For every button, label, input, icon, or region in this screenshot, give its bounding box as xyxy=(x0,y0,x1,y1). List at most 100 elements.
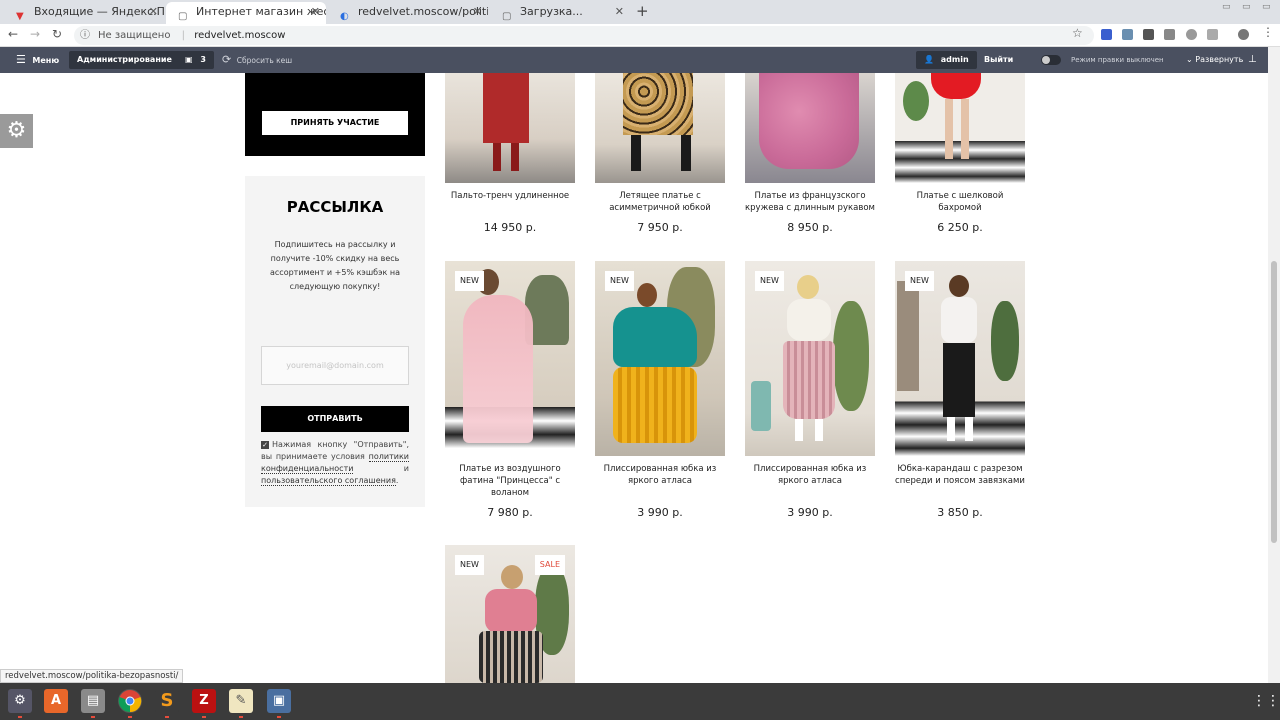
product-name[interactable]: Платье из французского кружева с длинным… xyxy=(745,190,875,214)
chrome-icon[interactable] xyxy=(118,689,142,713)
close-icon[interactable]: ✕ xyxy=(149,2,158,22)
product-card[interactable]: Платье с шелковой бахромой 6 250 р. xyxy=(895,73,1025,243)
running-indicator xyxy=(18,716,22,718)
email-field[interactable] xyxy=(261,346,409,385)
edit-mode-status: Режим правки выключен xyxy=(1071,47,1164,73)
product-name[interactable]: Плиссированная юбка из яркого атласа xyxy=(745,463,875,487)
reset-cache-button[interactable]: ⟳ Сбросить кеш xyxy=(222,47,292,73)
system-settings-icon[interactable]: ⚙ xyxy=(8,689,32,713)
address-bar-row: ← → ↻ ⓘ Не защищено | redvelvet.moscow ☆ … xyxy=(0,24,1280,47)
product-image[interactable] xyxy=(745,73,875,183)
newsletter-block: РАССЫЛКА Подпишитесь на рассылку и получ… xyxy=(245,176,425,507)
extension-icon[interactable] xyxy=(1143,29,1154,40)
administration-button[interactable]: Администрирование xyxy=(69,51,180,69)
app-grid-icon[interactable]: ⋮⋮⋮ xyxy=(1252,692,1280,710)
new-badge: NEW xyxy=(455,271,484,291)
bookmark-star-icon[interactable]: ☆ xyxy=(1072,26,1083,40)
admin-user-button[interactable]: 👤 admin xyxy=(916,51,977,69)
new-tab-button[interactable]: + xyxy=(636,2,649,20)
app-store-icon[interactable]: A xyxy=(44,689,68,713)
page-icon: ▢ xyxy=(178,11,188,22)
menu-button[interactable]: ☰ Меню xyxy=(16,47,59,73)
consent-checkbox[interactable]: ✓ xyxy=(261,440,269,449)
product-image[interactable] xyxy=(895,73,1025,183)
user-agreement-link[interactable]: пользовательского соглашения xyxy=(261,476,396,486)
extension-icon[interactable] xyxy=(1207,29,1218,40)
back-arrow-icon[interactable]: ← xyxy=(8,27,18,41)
chevron-down-icon: ⌄ xyxy=(1186,55,1193,64)
product-card[interactable]: NEW Плиссированная юбка из яркого атласа… xyxy=(745,261,875,526)
omnibox[interactable]: ⓘ Не защищено | redvelvet.moscow xyxy=(74,26,1094,45)
extension-icon[interactable] xyxy=(1101,29,1112,40)
profile-icon[interactable] xyxy=(1238,29,1249,40)
edit-mode-state: выключен xyxy=(1126,56,1164,64)
yandex-mail-icon: ▼ xyxy=(16,11,24,22)
product-card[interactable]: NEW Плиссированная юбка из яркого атласа… xyxy=(595,261,725,526)
close-icon[interactable]: ✕ xyxy=(473,2,482,22)
tab-title: Интернет магазин жеско xyxy=(196,5,326,18)
browser-menu-icon[interactable]: ⋮ xyxy=(1262,25,1274,39)
product-name[interactable]: Летящее платье с асимметричной юбкой xyxy=(595,190,725,214)
window-maximize-icon[interactable]: ▭ xyxy=(1242,2,1251,12)
text-editor-icon[interactable]: ✎ xyxy=(229,689,253,713)
hamburger-icon: ☰ xyxy=(16,53,26,66)
page-scrollbar[interactable] xyxy=(1268,47,1280,683)
participate-button[interactable]: ПРИНЯТЬ УЧАСТИЕ xyxy=(262,111,408,135)
product-price: 8 950 р. xyxy=(787,221,833,234)
product-name[interactable]: Платье с шелковой бахромой xyxy=(895,190,1025,214)
settings-gear-icon[interactable]: ⚙ xyxy=(0,114,33,148)
new-badge: NEW xyxy=(455,555,484,575)
comments-button[interactable]: ▣ 3 xyxy=(177,51,214,69)
newsletter-title: РАССЫЛКА xyxy=(286,198,384,216)
expand-button[interactable]: ⌄ Развернуть xyxy=(1186,47,1243,73)
product-card[interactable]: Платье из французского кружева с длинным… xyxy=(745,73,875,243)
info-icon[interactable]: ⓘ xyxy=(80,30,90,41)
sublime-text-icon[interactable]: S xyxy=(155,689,179,713)
close-icon[interactable]: ✕ xyxy=(615,2,624,22)
close-icon[interactable]: ✕ xyxy=(311,2,320,22)
product-card[interactable]: Пальто-тренч удлиненное 14 950 р. xyxy=(445,73,575,243)
comments-count: 3 xyxy=(200,55,206,64)
pin-icon[interactable]: ⊥ xyxy=(1248,47,1257,73)
reload-icon[interactable]: ↻ xyxy=(52,27,62,41)
forward-arrow-icon[interactable]: → xyxy=(30,27,40,41)
product-name[interactable]: Юбка-карандаш с разрезом спереди и поясо… xyxy=(895,463,1025,487)
tab-title: redvelvet.moscow/politi xyxy=(358,5,488,18)
product-name[interactable]: Платье из воздушного фатина "Принцесса" … xyxy=(445,463,575,499)
edit-mode-label: Режим правки xyxy=(1071,56,1125,64)
submit-button[interactable]: ОТПРАВИТЬ xyxy=(261,406,409,432)
sale-badge: SALE xyxy=(534,555,565,575)
tab-title: Загрузка... xyxy=(520,5,583,18)
screenshot-tool-icon[interactable]: ▣ xyxy=(267,689,291,713)
consent-suffix: . xyxy=(395,476,399,485)
filezilla-icon[interactable]: Z xyxy=(192,689,216,713)
browser-tab[interactable]: ▢ Загрузка... ✕ xyxy=(490,2,630,24)
extension-icon[interactable] xyxy=(1186,29,1197,40)
window-close-icon[interactable]: ▭ xyxy=(1262,2,1271,12)
extension-icon[interactable] xyxy=(1164,29,1175,40)
browser-tab-active[interactable]: ▢ Интернет магазин жеско ✕ xyxy=(166,2,326,24)
browser-tab[interactable]: ◐ redvelvet.moscow/politi ✕ xyxy=(328,2,488,24)
product-card[interactable]: NEW SALE xyxy=(445,545,575,683)
running-indicator xyxy=(91,716,95,718)
product-name[interactable]: Плиссированная юбка из яркого атласа xyxy=(595,463,725,487)
product-card[interactable]: Летящее платье с асимметричной юбкой 7 9… xyxy=(595,73,725,243)
extension-icon[interactable] xyxy=(1122,29,1133,40)
logout-button[interactable]: Выйти xyxy=(984,47,1013,73)
product-price: 6 250 р. xyxy=(937,221,983,234)
edit-mode-toggle[interactable] xyxy=(1041,55,1061,65)
new-badge: NEW xyxy=(755,271,784,291)
product-image[interactable] xyxy=(595,73,725,183)
browser-tab-strip: ▼ Входящие — Яндекс.По ✕ ▢ Интернет мага… xyxy=(0,0,1280,24)
window-minimize-icon[interactable]: ▭ xyxy=(1222,2,1231,12)
browser-tab[interactable]: ▼ Входящие — Яндекс.По ✕ xyxy=(4,2,164,24)
running-indicator xyxy=(277,716,281,718)
page-icon: ▢ xyxy=(502,11,512,22)
product-card[interactable]: NEW Платье из воздушного фатина "Принцес… xyxy=(445,261,575,526)
product-name[interactable]: Пальто-тренч удлиненное xyxy=(445,190,575,202)
loading-icon: ◐ xyxy=(340,11,349,22)
product-image[interactable] xyxy=(445,73,575,183)
file-manager-icon[interactable]: ▤ xyxy=(81,689,105,713)
scrollbar-thumb[interactable] xyxy=(1271,261,1277,543)
product-card[interactable]: NEW Юбка-карандаш с разрезом спереди и п… xyxy=(895,261,1025,526)
